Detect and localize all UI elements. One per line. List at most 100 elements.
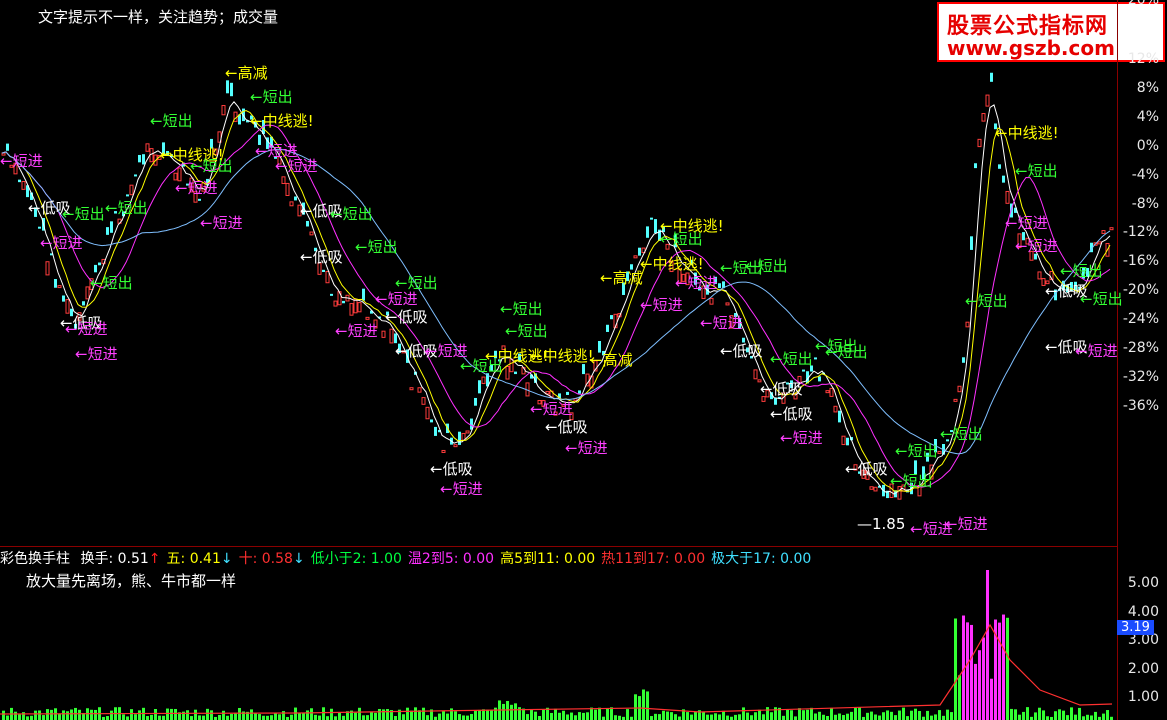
candle (98, 262, 101, 266)
volume-bar (886, 710, 889, 720)
candle (654, 219, 657, 234)
volume-bar (870, 711, 873, 720)
signal-label: ←短进 (700, 314, 743, 332)
volume-bar (686, 712, 689, 720)
volume-bar (46, 709, 49, 720)
candle (230, 82, 233, 97)
candle (18, 179, 21, 183)
volume-bar (314, 714, 317, 720)
volume-bar (990, 678, 993, 720)
volume-bar (530, 709, 533, 720)
volume-bar (186, 710, 189, 720)
volume-bar (338, 712, 341, 720)
volume-bar (174, 708, 177, 720)
volume-bar (654, 713, 657, 720)
volume-bar (690, 714, 693, 720)
candle (846, 437, 849, 446)
candle (57, 285, 62, 289)
volume-bar (294, 707, 297, 720)
indicator-name: 彩色换手柱 (0, 551, 70, 567)
volume-bar (486, 709, 489, 720)
indicator-item: 十: 0.58 (238, 551, 293, 567)
candle (478, 380, 481, 394)
price-tick: 20% (1127, 0, 1159, 8)
volume-bar (1074, 714, 1077, 720)
signal-label: ←短出 (890, 472, 933, 490)
price-tick: 8% (1136, 79, 1159, 96)
signal-label: ←短进 (0, 152, 43, 170)
volume-bar (970, 624, 973, 720)
volume-bar (134, 714, 137, 720)
candle (62, 295, 65, 302)
price-tick: 12% (1127, 51, 1159, 67)
candle (1097, 241, 1102, 245)
volume-bar (522, 708, 525, 720)
candle (421, 397, 426, 405)
volume-bar (626, 709, 629, 720)
candle (829, 387, 834, 397)
volume-bar (1018, 714, 1021, 720)
candle (134, 174, 137, 177)
candle (505, 365, 510, 380)
candle (306, 220, 309, 227)
arrow-icon: ↓ (220, 551, 233, 567)
volume-bar (938, 710, 941, 720)
candle (514, 371, 517, 375)
volume-bar (806, 709, 809, 720)
candle (1002, 175, 1005, 183)
low-price-label: —1.85 (857, 515, 906, 533)
indicator-item: 低小于2: 1.00 (310, 551, 402, 567)
volume-bar (1082, 716, 1085, 720)
volume-bar (1066, 715, 1069, 720)
volume-bar (378, 708, 381, 720)
volume-bar (466, 715, 469, 720)
signal-label: ←短出 (190, 157, 233, 175)
candle (818, 376, 821, 382)
volume-bar (538, 716, 541, 720)
arrow-icon: ↑ (148, 551, 161, 567)
volume-bar (722, 710, 725, 720)
volume-bar (70, 709, 73, 720)
volume-bar (218, 714, 221, 720)
price-tick: -36% (1122, 397, 1159, 414)
volume-bar (370, 711, 373, 720)
signal-label: ←低吸 (720, 342, 763, 360)
indicator-item: 热11到17: 0.00 (601, 551, 706, 567)
signal-label: ←高减 (600, 269, 643, 287)
volume-bar (326, 716, 329, 720)
volume-bar (458, 714, 461, 720)
candle (294, 196, 297, 201)
volume-bar (902, 707, 905, 720)
volume-bar (58, 713, 61, 720)
volume-bar (790, 710, 793, 720)
volume-bar (914, 708, 917, 720)
volume-bar (774, 707, 777, 720)
volume-bar (910, 710, 913, 720)
volume-bar (90, 709, 93, 720)
volume-bar (78, 709, 81, 720)
candle (633, 255, 638, 259)
volume-bar (126, 716, 129, 720)
signal-label: ←短出 (505, 322, 548, 340)
candle (82, 301, 85, 306)
current-value-badge: 3.19 (1117, 620, 1154, 635)
candle (545, 390, 550, 395)
signal-label: ←短进 (175, 179, 218, 197)
volume-bar (738, 714, 741, 720)
candle (814, 357, 817, 360)
volume-bar (18, 714, 21, 720)
candle (1101, 230, 1106, 234)
volume-bar (866, 712, 869, 720)
volume-bar (598, 707, 601, 720)
volume-bar (758, 709, 761, 720)
indicator-item: 五: 0.41 (166, 551, 221, 567)
candle (610, 315, 613, 320)
price-tick: 4% (1136, 108, 1159, 125)
volume-bar (838, 713, 841, 720)
signal-label: ←短出 (825, 343, 868, 361)
volume-bar (262, 715, 265, 720)
volume-bar (422, 707, 425, 720)
volume-bar (526, 714, 529, 720)
volume-bar (850, 711, 853, 720)
volume-bar (986, 570, 989, 720)
